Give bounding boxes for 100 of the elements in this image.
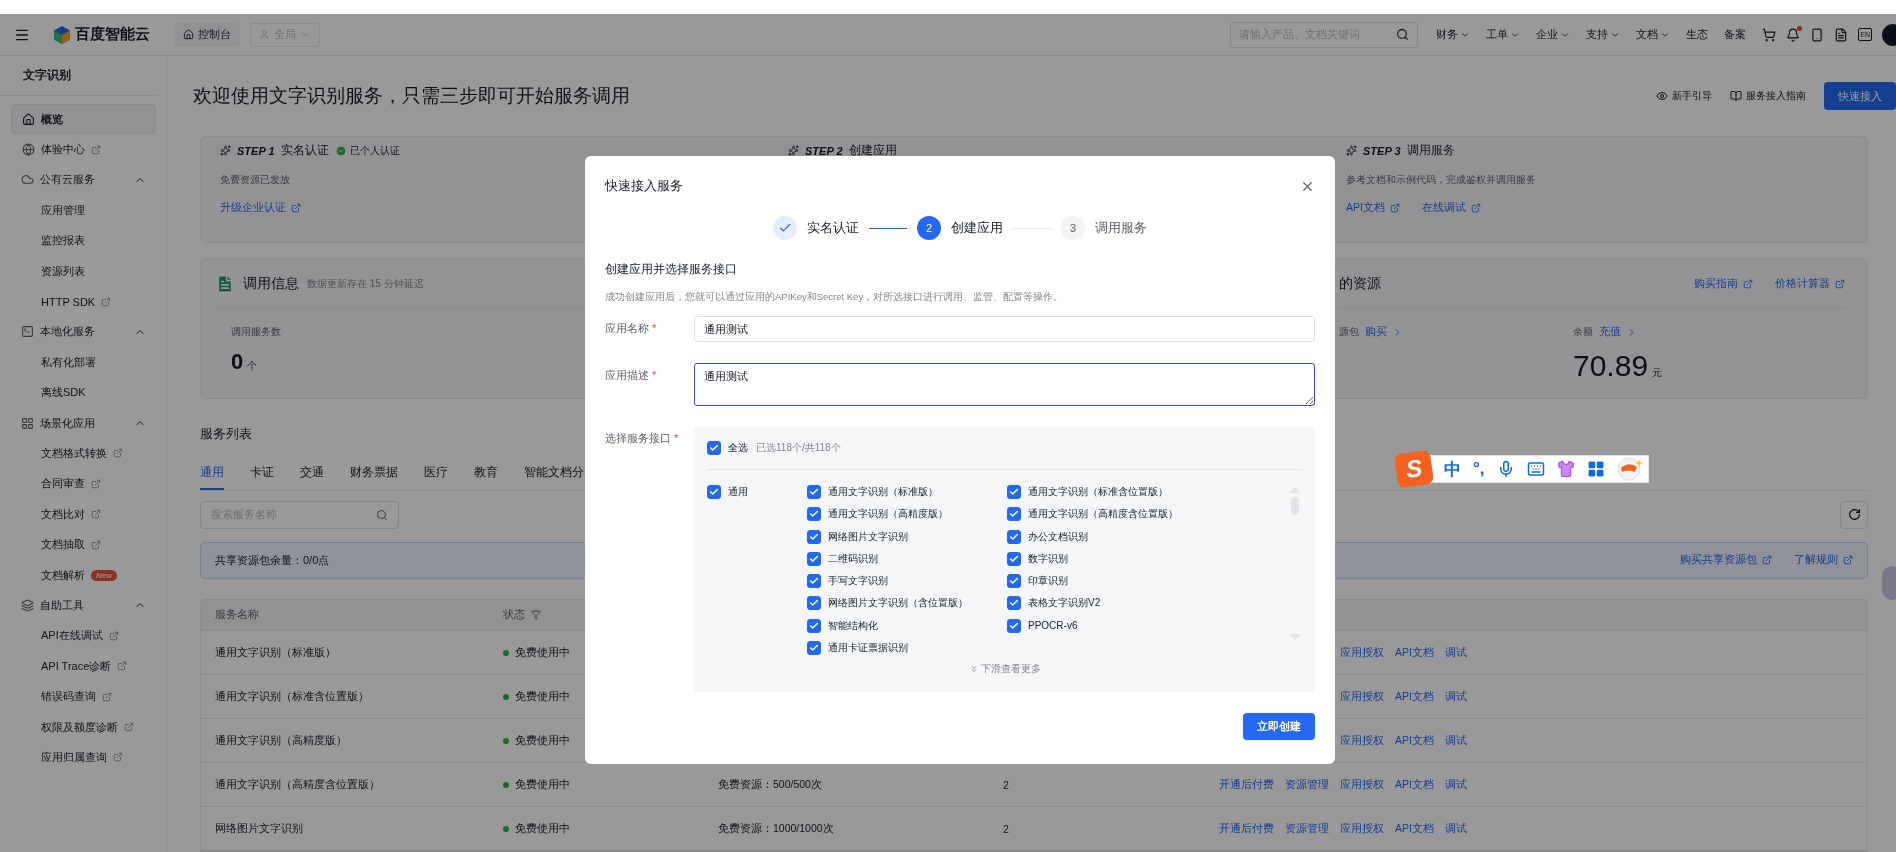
sidebar-item[interactable]: 权限及额度诊断: [11, 711, 156, 743]
nav-menu-item[interactable]: 生态: [1686, 27, 1709, 42]
sidebar-item[interactable]: 应用归属查询: [11, 742, 156, 773]
sidebar-item[interactable]: API在线调试: [11, 620, 156, 652]
table-action-link[interactable]: 开通后付费: [1219, 821, 1275, 836]
table-action-link[interactable]: 调试: [1445, 645, 1467, 660]
tab[interactable]: 卡证: [250, 457, 274, 490]
sidebar-item[interactable]: 错误码查询: [11, 681, 156, 712]
ime-mode-toggle[interactable]: 中: [1444, 457, 1461, 481]
table-action-link[interactable]: 调试: [1445, 689, 1467, 704]
sidebar-group[interactable]: 场景化应用: [11, 407, 156, 439]
name-field[interactable]: 通用测试: [694, 316, 1315, 342]
keyboard-icon[interactable]: [1526, 460, 1545, 478]
sidebar-group[interactable]: 公有云服务: [11, 164, 156, 196]
table-action-link[interactable]: 资源管理: [1285, 777, 1330, 792]
filter-icon[interactable]: [531, 610, 541, 620]
punctuation-toggle[interactable]: °,: [1473, 459, 1485, 479]
sidebar-group[interactable]: 本地化服务: [11, 316, 156, 348]
sidebar-item[interactable]: 文档解析 New: [11, 559, 156, 591]
step-link[interactable]: 升级企业认证: [220, 201, 301, 215]
checkbox[interactable]: [807, 618, 821, 633]
table-action-link[interactable]: 应用授权: [1340, 689, 1385, 704]
table-action-link[interactable]: 应用授权: [1340, 733, 1385, 748]
sidebar-item[interactable]: HTTP SDK: [11, 286, 156, 317]
sidebar-item[interactable]: 监控报表: [11, 225, 156, 256]
table-action-link[interactable]: 应用授权: [1340, 821, 1385, 836]
create-button[interactable]: 立即创建: [1243, 713, 1315, 740]
sidebar-item[interactable]: 私有化部署: [11, 347, 156, 378]
checkbox[interactable]: [1007, 574, 1021, 589]
checkbox[interactable]: [807, 596, 821, 611]
phone-icon[interactable]: [1810, 27, 1825, 42]
checkbox[interactable]: [807, 641, 821, 656]
checkbox[interactable]: [807, 507, 821, 522]
dialog-title: 快速接入服务: [605, 177, 683, 195]
checkbox[interactable]: [807, 485, 821, 499]
sidebar-group[interactable]: 自助工具: [11, 590, 156, 621]
refresh-button[interactable]: [1840, 500, 1868, 529]
sidebar-item[interactable]: API Trace诊断: [11, 651, 156, 682]
globe-icon: [22, 143, 35, 157]
nav-menu-item[interactable]: 支持: [1586, 27, 1621, 42]
table-action-link[interactable]: API文档: [1395, 645, 1434, 660]
table-action-link[interactable]: API文档: [1395, 689, 1434, 704]
checkbox[interactable]: [1007, 529, 1021, 544]
shirt-icon[interactable]: [1556, 460, 1575, 478]
sidebar-item[interactable]: 合同审查: [11, 468, 156, 500]
sidebar-item[interactable]: 文档抽取: [11, 529, 156, 560]
table-cell: 免费资源：500/500次: [718, 777, 822, 792]
sidebar-item[interactable]: 文档格式转换: [11, 438, 156, 469]
checkbox[interactable]: [807, 529, 821, 544]
table-action-link[interactable]: 调试: [1445, 777, 1467, 792]
table-action-link[interactable]: 调试: [1445, 733, 1467, 748]
ime-logo: S: [1393, 449, 1435, 489]
sidebar-item[interactable]: 离线SDK: [11, 377, 156, 408]
table-action-link[interactable]: 应用授权: [1340, 645, 1385, 660]
checkbox[interactable]: [807, 551, 821, 566]
sidebar-item[interactable]: 资源列表: [11, 255, 156, 287]
table-action-link[interactable]: API文档: [1395, 733, 1434, 748]
sidebar-item[interactable]: 概览: [11, 104, 156, 135]
quick-access-button[interactable]: 快速接入: [1824, 82, 1896, 110]
tab[interactable]: 交通: [300, 457, 324, 490]
header-link[interactable]: 服务接入指南: [1730, 89, 1806, 103]
console-button[interactable]: 控制台: [174, 22, 240, 47]
checkbox[interactable]: [707, 441, 721, 455]
sidebar-item[interactable]: 应用管理: [11, 195, 156, 226]
table-action-link[interactable]: API文档: [1395, 777, 1434, 792]
checkbox[interactable]: [1007, 596, 1021, 611]
sidebar-item[interactable]: 文档比对: [11, 499, 156, 530]
nav-menu-item[interactable]: 财务: [1436, 27, 1471, 42]
checkbox[interactable]: [807, 574, 821, 589]
checkbox[interactable]: [707, 485, 721, 499]
table-action-link[interactable]: 调试: [1445, 821, 1467, 836]
table-cell: 通用文字识别（高精度版）: [215, 733, 347, 748]
tab[interactable]: 教育: [474, 457, 498, 490]
description-field[interactable]: 通用测试: [694, 363, 1315, 406]
checkbox[interactable]: [1007, 551, 1021, 566]
tab[interactable]: 通用: [200, 457, 224, 490]
nav-menu-item[interactable]: 文档: [1636, 27, 1671, 42]
checkbox[interactable]: [1007, 618, 1021, 633]
nav-menu-item[interactable]: 备案: [1724, 27, 1747, 42]
mascot-icon[interactable]: [1616, 457, 1643, 481]
table-action-link[interactable]: 应用授权: [1340, 777, 1385, 792]
step-link[interactable]: 在线调试: [1421, 201, 1481, 215]
nav-menu-item[interactable]: 工单: [1486, 27, 1521, 42]
nav-menu-item[interactable]: 企业: [1536, 27, 1571, 42]
checkbox[interactable]: [1007, 485, 1021, 499]
cart-icon[interactable]: [1762, 27, 1777, 42]
checkbox[interactable]: [1007, 507, 1021, 522]
bell-icon[interactable]: [1786, 27, 1801, 42]
tab[interactable]: 财务票据: [350, 457, 398, 490]
table-action-link[interactable]: 开通后付费: [1219, 777, 1275, 792]
grid-icon[interactable]: [1586, 460, 1605, 478]
sidebar-item[interactable]: 体验中心: [11, 134, 156, 165]
tab[interactable]: 医疗: [424, 457, 448, 490]
table-action-link[interactable]: 资源管理: [1285, 821, 1330, 836]
check-icon: [1009, 509, 1019, 520]
header-link[interactable]: 新手引导: [1656, 89, 1712, 103]
tab[interactable]: 智能文档分: [524, 457, 584, 490]
table-action-link[interactable]: API文档: [1395, 821, 1434, 836]
document-icon[interactable]: [1834, 27, 1849, 42]
panel-link[interactable]: 购买指南: [1694, 276, 1753, 291]
